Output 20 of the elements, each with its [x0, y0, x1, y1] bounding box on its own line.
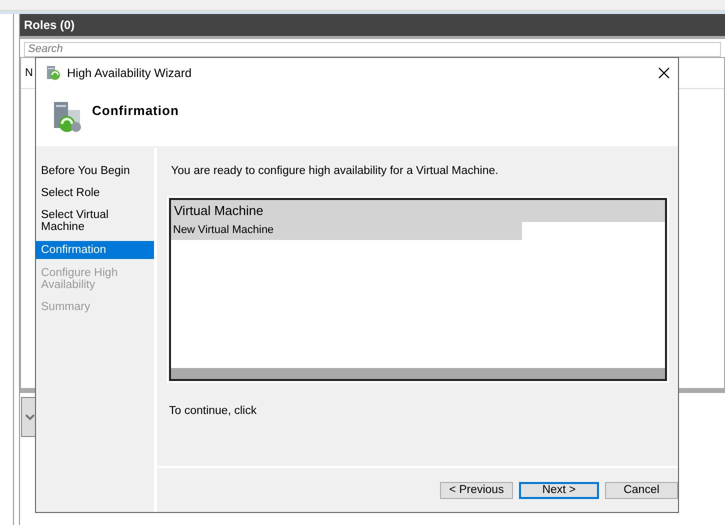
- column-header[interactable]: N: [25, 66, 33, 78]
- window-title: High Availability Wizard: [67, 66, 192, 80]
- server-icon: [45, 65, 61, 81]
- wizard-button[interactable]: < Previous: [440, 482, 513, 498]
- wizard-step[interactable]: Before You Begin: [36, 163, 154, 179]
- list-heading: Virtual Machine: [171, 200, 665, 222]
- scroll-bar[interactable]: [171, 368, 665, 379]
- wizard-button[interactable]: Cancel: [605, 482, 678, 498]
- page-title: Confirmation: [92, 102, 179, 118]
- search-field[interactable]: Search: [24, 42, 721, 56]
- chevron-icon: [24, 412, 34, 420]
- list-item[interactable]: New Virtual Machine: [171, 222, 522, 240]
- wizard-button[interactable]: Next >: [519, 482, 599, 498]
- wizard-step[interactable]: Select Role: [36, 185, 154, 201]
- message-text: You are ready to configure high availability for a Virtual Machine.: [171, 165, 500, 177]
- wizard-step[interactable]: Confirmation: [36, 241, 154, 259]
- wizard-step[interactable]: Select Virtual Machine: [36, 207, 154, 235]
- instruction-text: To continue, click: [169, 405, 258, 417]
- panel-title: Roles (0): [24, 18, 75, 32]
- close-icon[interactable]: [658, 67, 670, 79]
